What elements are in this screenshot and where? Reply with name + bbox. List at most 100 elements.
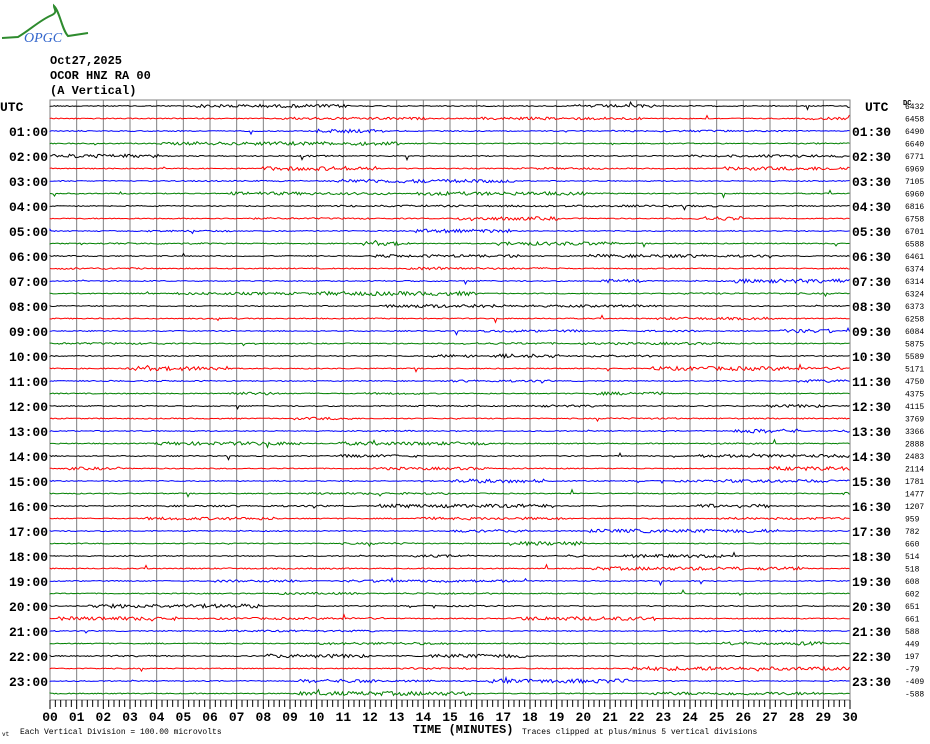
x-axis-title: TIME (MINUTES): [413, 723, 514, 737]
x-tick-label: 09: [282, 710, 298, 725]
left-time-label: 09:00: [9, 325, 48, 340]
x-tick-label: 00: [42, 710, 58, 725]
dc-offset-label: 6969: [905, 166, 924, 175]
dc-offset-label: 5589: [905, 353, 924, 362]
helicorder-chart: OPGC 00 01 02 03 04 05 06 07 08 09 10 11 12 13 14 15 16 1…: [0, 3, 924, 738]
dc-offset-label: 2114: [905, 466, 924, 475]
dc-offset-label: 6758: [905, 216, 924, 225]
dc-header: DC: [903, 100, 911, 108]
right-time-label: 18:30: [852, 550, 891, 565]
dc-offset-label: 4115: [905, 403, 924, 412]
dc-offset-label: 6461: [905, 253, 924, 262]
right-time-label: 16:30: [852, 500, 891, 515]
right-time-label: 22:30: [852, 650, 891, 665]
dc-offset-label: 6458: [905, 116, 924, 125]
dc-offset-label: 518: [905, 566, 920, 575]
left-time-label: 20:00: [9, 600, 48, 615]
dc-offset-label: 588: [905, 628, 920, 637]
dc-offset-label: 4750: [905, 378, 924, 387]
left-time-label: 23:00: [9, 675, 48, 690]
right-time-label: 12:30: [852, 400, 891, 415]
dc-offset-label: 602: [905, 591, 920, 600]
x-tick-label: 05: [176, 710, 192, 725]
x-tick-label: 18: [522, 710, 538, 725]
x-tick-label: 08: [256, 710, 272, 725]
right-time-label: 19:30: [852, 575, 891, 590]
x-tick-label: 25: [709, 710, 725, 725]
x-tick-label: 13: [389, 710, 405, 725]
dc-offset-label: 6374: [905, 266, 924, 275]
dc-offset-label: 6960: [905, 191, 924, 200]
left-time-label: 12:00: [9, 400, 48, 415]
dc-offset-label: 6816: [905, 203, 924, 212]
right-time-label: UTC: [865, 100, 889, 115]
left-time-label: UTC: [0, 100, 24, 115]
footer-clip: Traces clipped at plus/minus 5 vertical …: [522, 728, 757, 737]
right-time-label: 20:30: [852, 600, 891, 615]
dc-offset-label: -588: [905, 691, 924, 700]
right-time-label: 11:30: [852, 375, 891, 390]
right-time-label: 03:30: [852, 175, 891, 190]
right-time-label: 05:30: [852, 225, 891, 240]
left-time-label: 13:00: [9, 425, 48, 440]
left-time-label: 10:00: [9, 350, 48, 365]
chart-date: Oct27,2025: [50, 54, 123, 68]
left-time-label: 15:00: [9, 475, 48, 490]
left-time-label: 03:00: [9, 175, 48, 190]
right-time-label: 13:30: [852, 425, 891, 440]
left-time-label: 18:00: [9, 550, 48, 565]
left-time-label: 11:00: [9, 375, 48, 390]
x-tick-label: 20: [576, 710, 592, 725]
right-time-label: 14:30: [852, 450, 891, 465]
dc-offset-label: 3366: [905, 428, 924, 437]
dc-offset-label: 6771: [905, 153, 924, 162]
dc-offset-label: 449: [905, 641, 920, 650]
dc-offset-label: 1477: [905, 491, 924, 500]
dc-offset-label: -79: [905, 666, 920, 675]
x-tick-label: 23: [656, 710, 672, 725]
left-time-label: 07:00: [9, 275, 48, 290]
dc-offset-label: 782: [905, 528, 920, 537]
dc-offset-label: 6324: [905, 291, 924, 300]
dc-offset-label: 959: [905, 516, 920, 525]
chart-station: OCOR HNZ RA 00: [50, 69, 151, 83]
left-time-label: 14:00: [9, 450, 48, 465]
x-tick-label: 06: [202, 710, 218, 725]
dc-offset-label: 660: [905, 541, 920, 550]
footer-mark: vt: [2, 731, 9, 738]
left-time-label: 21:00: [9, 625, 48, 640]
dc-offset-label: 6701: [905, 228, 924, 237]
right-time-label: 09:30: [852, 325, 891, 340]
dc-offset-label: 7105: [905, 178, 924, 187]
x-tick-label: 29: [816, 710, 832, 725]
right-time-label: 10:30: [852, 350, 891, 365]
right-time-label: 07:30: [852, 275, 891, 290]
dc-offset-label: 6084: [905, 328, 924, 337]
dc-offset-label: 6373: [905, 303, 924, 312]
x-tick-label: 24: [682, 710, 698, 725]
dc-offset-label: 514: [905, 553, 920, 562]
dc-offset-label: 6258: [905, 316, 924, 325]
x-tick-label: 02: [96, 710, 112, 725]
right-time-label: 02:30: [852, 150, 891, 165]
x-tick-label: 26: [736, 710, 752, 725]
x-tick-label: 07: [229, 710, 245, 725]
x-tick-label: 04: [149, 710, 165, 725]
x-tick-label: 11: [336, 710, 352, 725]
dc-offset-label: 5875: [905, 341, 924, 350]
dc-offset-label: 1781: [905, 478, 924, 487]
dc-offset-label: 2888: [905, 441, 924, 450]
dc-offset-label: 608: [905, 578, 920, 587]
chart-component: (A Vertical): [50, 84, 137, 98]
footer-scale: Each Vertical Division = 100.00 microvol…: [20, 728, 222, 737]
right-time-label: 06:30: [852, 250, 891, 265]
logo: OPGC: [1, 3, 89, 46]
dc-offset-label: 4375: [905, 391, 924, 400]
dc-offset-label: 6314: [905, 278, 924, 287]
x-tick-label: 01: [69, 710, 85, 725]
dc-offset-label: -409: [905, 678, 924, 687]
left-time-label: 02:00: [9, 150, 48, 165]
dc-offset-label: 5171: [905, 366, 924, 375]
left-time-label: 19:00: [9, 575, 48, 590]
left-time-label: 06:00: [9, 250, 48, 265]
